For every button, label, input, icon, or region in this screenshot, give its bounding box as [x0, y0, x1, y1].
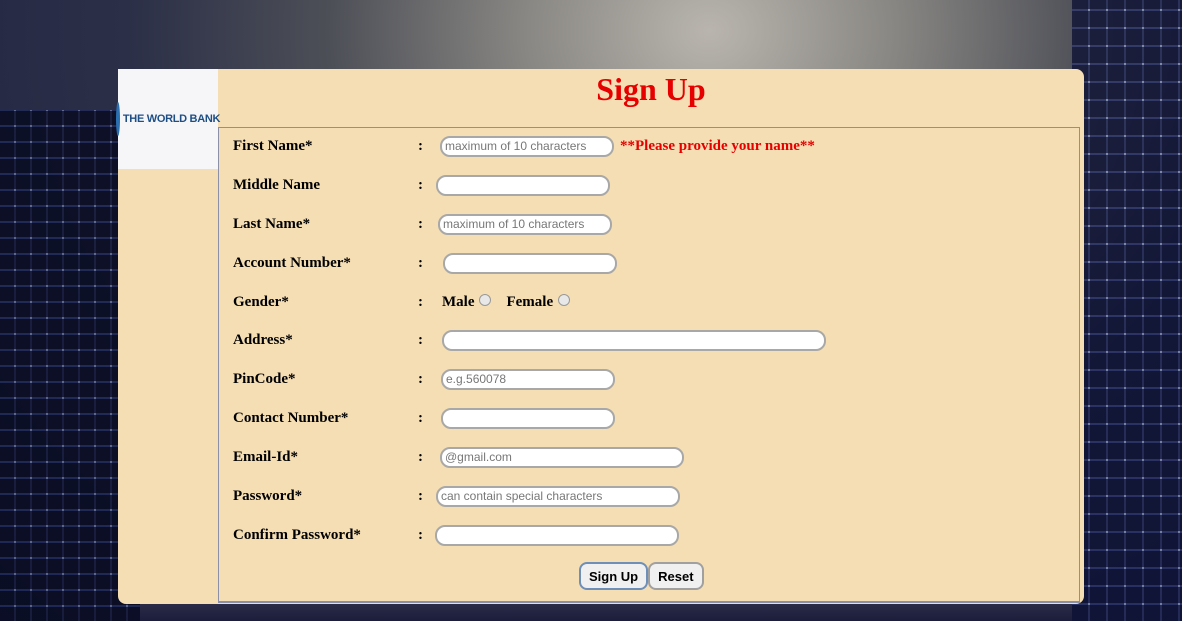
- password-label: Password*: [233, 487, 303, 504]
- gender-male-radio[interactable]: [479, 294, 492, 306]
- gender-label: Gender*: [233, 293, 289, 310]
- background-city-bottom: [140, 601, 1072, 621]
- background-building-right: [1072, 0, 1182, 621]
- colon: :: [418, 448, 423, 465]
- pincode-label: PinCode*: [233, 370, 296, 387]
- contact-number-row: Contact Number* :: [233, 406, 615, 430]
- gender-female-label: Female: [506, 293, 554, 310]
- first-name-input[interactable]: [440, 135, 614, 157]
- form-buttons: Sign Up Reset: [579, 562, 704, 590]
- globe-icon: [115, 102, 120, 136]
- password-row: Password* :: [233, 484, 680, 508]
- page-title: Sign Up: [596, 71, 706, 107]
- email-row: Email-Id* :: [233, 445, 684, 469]
- address-input[interactable]: [442, 329, 826, 351]
- colon: :: [418, 215, 423, 232]
- contact-number-input[interactable]: [441, 407, 615, 429]
- colon: :: [418, 526, 423, 543]
- colon: :: [418, 137, 423, 154]
- contact-number-label: Contact Number*: [233, 409, 349, 426]
- colon: :: [418, 487, 423, 504]
- colon: :: [418, 293, 423, 310]
- colon: :: [418, 331, 423, 348]
- colon: :: [418, 409, 423, 426]
- confirm-password-label: Confirm Password*: [233, 526, 361, 543]
- last-name-row: Last Name* :: [233, 212, 612, 236]
- middle-name-row: Middle Name :: [233, 173, 610, 197]
- gender-female-radio[interactable]: [558, 294, 571, 306]
- sign-up-button[interactable]: Sign Up: [579, 562, 649, 590]
- email-label: Email-Id*: [233, 448, 299, 465]
- colon: :: [418, 370, 423, 387]
- first-name-row: First Name* : **Please provide your name…: [233, 134, 815, 158]
- colon: :: [418, 254, 423, 271]
- last-name-input[interactable]: [438, 213, 612, 235]
- last-name-label: Last Name*: [233, 215, 311, 232]
- signup-panel: THE WORLD BANK Sign Up First Name* : **P…: [115, 69, 1084, 604]
- middle-name-input[interactable]: [436, 174, 610, 196]
- pincode-input[interactable]: [441, 368, 615, 390]
- colon: :: [418, 176, 423, 193]
- reset-button[interactable]: Reset: [648, 562, 704, 590]
- confirm-password-input[interactable]: [435, 524, 679, 546]
- confirm-password-row: Confirm Password* :: [233, 523, 679, 547]
- first-name-error: **Please provide your name**: [620, 137, 815, 154]
- address-row: Address* :: [233, 328, 826, 352]
- middle-name-label: Middle Name: [233, 176, 321, 193]
- logo-text: THE WORLD BANK: [122, 113, 221, 125]
- account-number-row: Account Number* :: [233, 251, 617, 275]
- signup-form: First Name* : **Please provide your name…: [218, 127, 1080, 603]
- email-input[interactable]: [440, 446, 684, 468]
- password-input[interactable]: [436, 485, 680, 507]
- first-name-label: First Name*: [233, 137, 313, 154]
- world-bank-logo: THE WORLD BANK: [115, 69, 221, 169]
- account-number-label: Account Number*: [233, 254, 351, 271]
- address-label: Address*: [233, 331, 293, 348]
- account-number-input[interactable]: [443, 252, 617, 274]
- gender-row: Gender* : Male Female: [233, 290, 571, 314]
- gender-male-label: Male: [442, 293, 475, 310]
- pincode-row: PinCode* :: [233, 367, 615, 391]
